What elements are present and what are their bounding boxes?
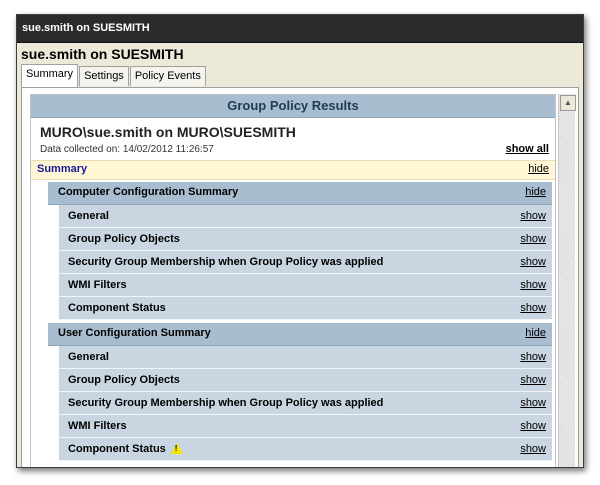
- summary-hide-link[interactable]: hide: [528, 163, 549, 175]
- computer-row-wmi: WMI Filters show: [59, 274, 552, 297]
- show-link[interactable]: show: [520, 374, 546, 386]
- row-label: Component Status: [68, 302, 166, 314]
- row-label: Security Group Membership when Group Pol…: [68, 256, 384, 268]
- group-policy-window: sue.smith on SUESMITH sue.smith on SUESM…: [16, 14, 584, 468]
- user-row-gpo: Group Policy Objects show: [59, 369, 552, 392]
- show-link[interactable]: show: [520, 443, 546, 455]
- tab-settings[interactable]: Settings: [79, 66, 129, 86]
- show-all-link[interactable]: show all: [506, 143, 549, 155]
- user-row-component-status: Component Status! show: [59, 438, 552, 461]
- computer-config-header: Computer Configuration Summary hide: [48, 182, 552, 205]
- report-header: Group Policy Results: [31, 95, 555, 118]
- show-link[interactable]: show: [520, 233, 546, 245]
- user-config-hide-link[interactable]: hide: [525, 327, 546, 339]
- computer-config-title: Computer Configuration Summary: [58, 186, 239, 198]
- tab-summary[interactable]: Summary: [21, 64, 79, 87]
- show-link[interactable]: show: [520, 256, 546, 268]
- show-link[interactable]: show: [520, 279, 546, 291]
- user-title: MURO\sue.smith on MURO\SUESMITH: [40, 124, 296, 140]
- row-label: Group Policy Objects: [68, 374, 180, 386]
- tab-policy-events[interactable]: Policy Events: [129, 66, 206, 86]
- show-link[interactable]: show: [520, 351, 546, 363]
- computer-row-component-status: Component Status show: [59, 297, 552, 320]
- row-label: General: [68, 351, 109, 363]
- user-row-security-group: Security Group Membership when Group Pol…: [59, 392, 552, 415]
- computer-row-gpo: Group Policy Objects show: [59, 228, 552, 251]
- computer-config-rows: General show Group Policy Objects show S…: [59, 205, 552, 320]
- computer-row-security-group: Security Group Membership when Group Pol…: [59, 251, 552, 274]
- tab-bar: Summary Settings Policy Events: [21, 64, 207, 87]
- row-label: WMI Filters: [68, 279, 127, 291]
- show-link[interactable]: show: [520, 420, 546, 432]
- summary-label: Summary: [37, 163, 88, 175]
- user-config-rows: General show Group Policy Objects show S…: [59, 346, 552, 461]
- window-body: sue.smith on SUESMITH Summary Settings P…: [17, 43, 583, 467]
- show-link[interactable]: show: [520, 210, 546, 222]
- row-label: General: [68, 210, 109, 222]
- scroll-up-arrow-icon[interactable]: ▲: [560, 95, 576, 111]
- computer-config-hide-link[interactable]: hide: [525, 186, 546, 198]
- show-link[interactable]: show: [520, 397, 546, 409]
- row-label: Group Policy Objects: [68, 233, 180, 245]
- row-label: Component Status: [68, 443, 166, 455]
- row-label: Security Group Membership when Group Pol…: [68, 397, 384, 409]
- show-link[interactable]: show: [520, 302, 546, 314]
- tab-panel: Group Policy Results MURO\sue.smith on M…: [21, 87, 579, 467]
- summary-bar: Summary hide: [31, 160, 555, 180]
- computer-row-general: General show: [59, 205, 552, 228]
- report-view: Group Policy Results MURO\sue.smith on M…: [30, 94, 556, 467]
- page-heading: sue.smith on SUESMITH: [21, 46, 184, 62]
- window-title: sue.smith on SUESMITH: [17, 15, 583, 43]
- user-row-wmi: WMI Filters show: [59, 415, 552, 438]
- user-config-title: User Configuration Summary: [58, 327, 211, 339]
- row-label: WMI Filters: [68, 420, 127, 432]
- vertical-scrollbar[interactable]: ▲: [558, 94, 576, 467]
- row-label-with-warning: Component Status!: [68, 443, 183, 455]
- user-config-header: User Configuration Summary hide: [48, 323, 552, 346]
- collected-row: Data collected on: 14/02/2012 11:26:57 s…: [31, 140, 555, 156]
- warning-icon: !: [170, 443, 183, 454]
- collected-timestamp: Data collected on: 14/02/2012 11:26:57: [40, 144, 214, 155]
- user-row-general: General show: [59, 346, 552, 369]
